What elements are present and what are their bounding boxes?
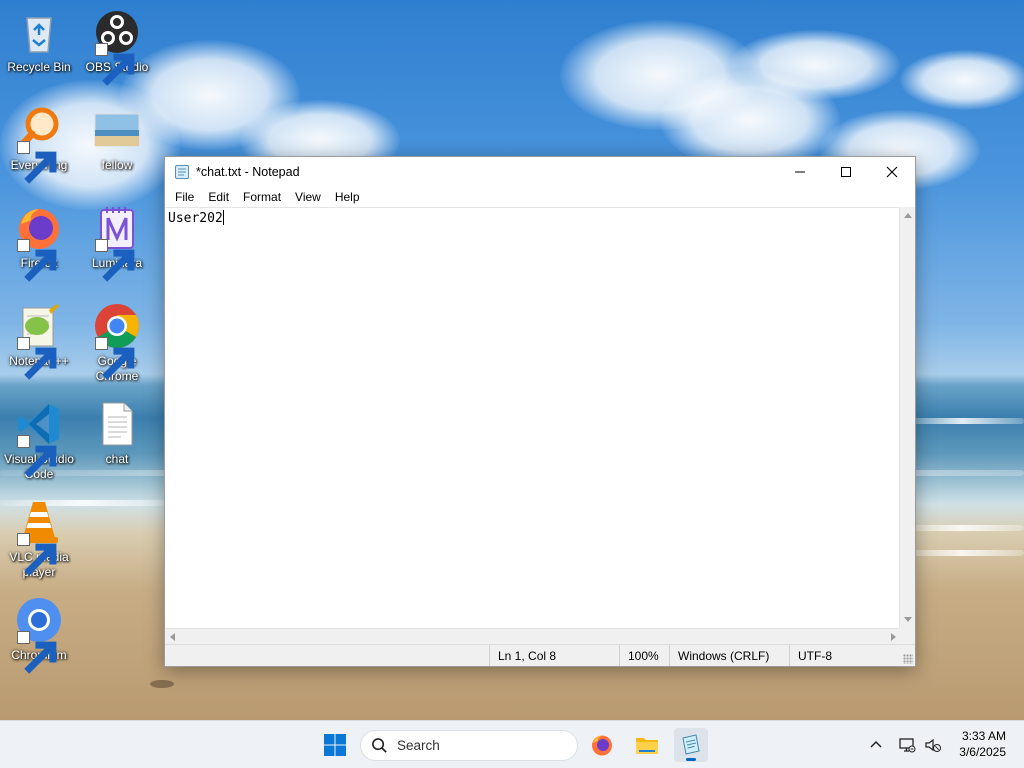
desktop-icon-notepad-plus-plus[interactable]: Notepad++ — [0, 302, 78, 380]
chevron-up-icon — [870, 740, 882, 748]
window-title: *chat.txt - Notepad — [196, 165, 300, 179]
maximize-button[interactable] — [823, 157, 869, 187]
scroll-up-icon[interactable] — [904, 213, 912, 218]
taskbar-firefox[interactable] — [585, 728, 619, 762]
horizontal-scrollbar[interactable] — [165, 628, 901, 644]
shortcut-arrow-icon — [17, 435, 57, 478]
network-icon — [899, 738, 916, 753]
minimize-button[interactable] — [777, 157, 823, 187]
clock-date: 3/6/2025 — [959, 745, 1006, 759]
system-clock[interactable]: 3:33 AM 3/6/2025 — [959, 728, 1006, 760]
show-hidden-icons-button[interactable] — [866, 735, 886, 755]
close-icon — [886, 166, 898, 178]
network-status-button[interactable] — [897, 735, 917, 755]
image-file-icon — [93, 106, 141, 154]
search-placeholder: Search — [397, 738, 440, 753]
recycle-bin-icon — [15, 8, 63, 56]
desktop-icon-chat[interactable]: chat — [78, 400, 156, 467]
file-explorer-icon — [636, 738, 658, 754]
volume-muted-icon — [925, 738, 941, 752]
desktop-icon-obs-studio[interactable]: OBS Studio — [78, 8, 156, 86]
status-zoom: 100% — [619, 645, 669, 666]
shortcut-arrow-icon — [95, 239, 135, 282]
desktop-icon-firefox[interactable]: Firefox — [0, 204, 78, 282]
desktop-icon-everything[interactable]: Everything — [0, 106, 78, 184]
shortcut-arrow-icon — [17, 631, 57, 674]
start-icon — [324, 734, 346, 756]
firefox-icon — [592, 735, 612, 756]
chrome-icon — [93, 302, 141, 380]
menu-view[interactable]: View — [288, 187, 328, 207]
notepad-icon — [175, 165, 189, 179]
menu-file[interactable]: File — [168, 187, 201, 207]
vertical-scrollbar[interactable] — [899, 207, 915, 628]
active-indicator — [686, 758, 696, 761]
start-button[interactable] — [318, 728, 352, 762]
desktop-icon-fellow[interactable]: fellow — [78, 106, 156, 173]
luminara-icon — [93, 204, 141, 282]
desktop-icon-chromium[interactable]: Chromium — [0, 596, 78, 674]
shortcut-arrow-icon — [95, 337, 135, 380]
obs-icon — [93, 8, 141, 86]
menu-bar: File Edit Format View Help — [165, 187, 915, 207]
shortcut-arrow-icon — [95, 43, 135, 86]
resize-grip[interactable] — [903, 654, 913, 664]
desktop-icon-visual-studio-code[interactable]: Visual Studio Code — [0, 400, 78, 482]
title-bar[interactable]: *chat.txt - Notepad — [165, 157, 915, 187]
taskbar: Search 3:33 AM 3/6/2025 — [0, 720, 1024, 768]
menu-help[interactable]: Help — [328, 187, 367, 207]
taskbar-search-box[interactable]: Search — [360, 730, 578, 761]
text-editor[interactable]: User202 — [165, 207, 901, 628]
text-file-icon — [93, 400, 141, 448]
vlc-icon — [15, 498, 63, 576]
shortcut-arrow-icon — [17, 337, 57, 380]
firefox-icon — [15, 204, 63, 282]
minimize-icon — [795, 171, 805, 173]
status-cursor-position: Ln 1, Col 8 — [489, 645, 619, 666]
scroll-right-icon[interactable] — [891, 633, 896, 641]
desktop-icon-recycle-bin[interactable]: Recycle Bin — [0, 8, 78, 75]
shortcut-arrow-icon — [17, 533, 57, 576]
maximize-icon — [841, 167, 851, 177]
vscode-icon — [15, 400, 63, 478]
scroll-left-icon[interactable] — [170, 633, 175, 641]
search-icon — [372, 738, 387, 753]
shortcut-arrow-icon — [17, 239, 57, 282]
notepad-window[interactable]: *chat.txt - Notepad File Edit Format Vie… — [164, 156, 916, 667]
volume-button[interactable] — [923, 735, 943, 755]
text-caret — [222, 210, 224, 225]
desktop-icon-vlc-media-player[interactable]: VLC media player — [0, 498, 78, 580]
notepad-plus-plus-icon — [15, 302, 63, 380]
taskbar-notepad[interactable] — [674, 728, 708, 762]
editor-text: User202 — [168, 211, 223, 226]
chromium-icon — [15, 596, 63, 674]
shortcut-arrow-icon — [17, 141, 57, 184]
clock-time: 3:33 AM — [961, 729, 1006, 743]
menu-edit[interactable]: Edit — [201, 187, 236, 207]
taskbar-file-explorer[interactable] — [630, 728, 664, 762]
scroll-down-icon[interactable] — [904, 617, 912, 622]
status-bar: Ln 1, Col 8 100% Windows (CRLF) UTF-8 — [165, 644, 915, 666]
scrollbar-corner — [899, 628, 915, 644]
status-line-ending: Windows (CRLF) — [669, 645, 789, 666]
everything-search-icon — [15, 106, 63, 184]
status-encoding: UTF-8 — [789, 645, 899, 666]
desktop-icon-google-chrome[interactable]: Google Chrome — [78, 302, 156, 384]
close-button[interactable] — [869, 157, 915, 187]
menu-format[interactable]: Format — [236, 187, 288, 207]
notepad-icon — [682, 734, 700, 755]
desktop-icon-luminara[interactable]: Luminara — [78, 204, 156, 282]
